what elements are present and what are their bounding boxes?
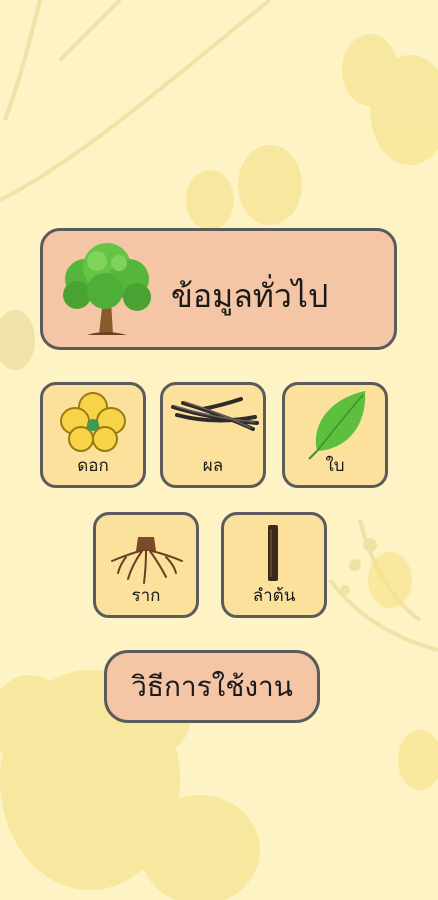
- flower-icon: [60, 392, 126, 452]
- part-button-fruit[interactable]: ผล: [160, 382, 266, 488]
- root-icon: [111, 537, 183, 584]
- part-button-root[interactable]: ราก: [93, 512, 199, 618]
- part-button-trunk[interactable]: ลำต้น: [221, 512, 327, 618]
- part-button-flower[interactable]: ดอก: [40, 382, 146, 488]
- how-to-use-button[interactable]: วิธีการใช้งาน: [104, 650, 320, 723]
- leaf-icon: [308, 391, 366, 460]
- part-button-leaf[interactable]: ใบ: [282, 382, 388, 488]
- how-to-use-label: วิธีการใช้งาน: [131, 669, 293, 703]
- trunk-icon: [268, 525, 278, 581]
- pod-icon: [171, 397, 259, 431]
- general-info-button[interactable]: ข้อมูลทั่วไป: [40, 228, 397, 350]
- tree-icon: [63, 243, 151, 335]
- general-info-label: ข้อมูลทั่วไป: [171, 277, 329, 315]
